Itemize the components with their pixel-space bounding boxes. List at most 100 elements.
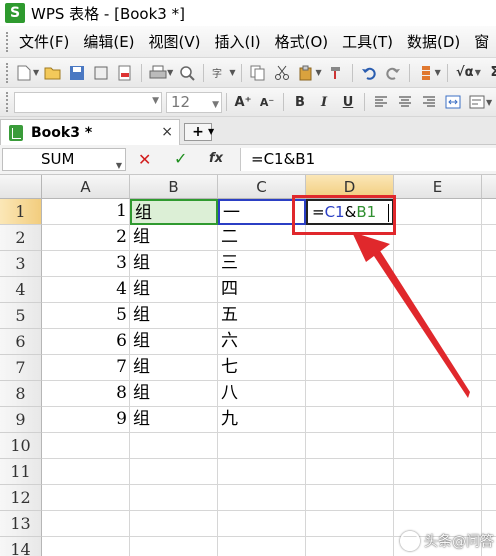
cell[interactable]: 组 — [130, 355, 218, 381]
bold-button[interactable]: B — [290, 92, 310, 112]
cell[interactable]: 组 — [130, 277, 218, 303]
cell[interactable] — [306, 407, 394, 433]
cell[interactable] — [482, 199, 496, 225]
menu-edit[interactable]: 编辑(E) — [76, 31, 141, 52]
increase-font-icon[interactable]: A⁺ — [233, 92, 253, 112]
tab-book3[interactable]: Book3 * × — [0, 119, 180, 145]
paste-icon[interactable] — [296, 63, 316, 83]
font-name-select[interactable]: ▼ — [14, 91, 162, 113]
row-header[interactable]: 1 — [0, 199, 42, 225]
row-header[interactable]: 12 — [0, 485, 42, 511]
font-name-dropdown-icon[interactable]: ▼ — [152, 96, 159, 106]
decrease-font-icon[interactable]: A⁻ — [257, 92, 277, 112]
close-tab-icon[interactable]: × — [161, 124, 173, 140]
cell[interactable] — [130, 459, 218, 485]
cell[interactable] — [394, 381, 482, 407]
cell[interactable]: 八 — [218, 381, 306, 407]
autosum-icon[interactable]: Σ — [485, 63, 496, 83]
font-size-dropdown-icon[interactable]: ▼ — [212, 96, 219, 115]
menu-tools[interactable]: 工具(T) — [335, 31, 400, 52]
magnifier-preview-icon[interactable] — [177, 63, 197, 83]
cell[interactable] — [482, 433, 496, 459]
row-column-dropdown-icon[interactable]: ▼ — [435, 68, 441, 77]
column-header-b[interactable]: B — [130, 175, 218, 199]
align-center-icon[interactable] — [395, 92, 415, 112]
align-left-icon[interactable] — [371, 92, 391, 112]
select-all-corner[interactable] — [0, 175, 42, 199]
underline-button[interactable]: U — [338, 92, 358, 112]
cell[interactable] — [306, 511, 394, 537]
paste-dropdown-icon[interactable]: ▼ — [315, 68, 321, 77]
cell[interactable]: 组 — [130, 329, 218, 355]
name-box[interactable]: SUM ▼ — [2, 148, 126, 171]
cell[interactable] — [218, 433, 306, 459]
cell[interactable]: 9 — [42, 407, 130, 433]
cell[interactable] — [306, 485, 394, 511]
cell[interactable]: 三 — [218, 251, 306, 277]
print-dropdown-icon[interactable]: ▼ — [167, 68, 173, 77]
cell[interactable] — [482, 485, 496, 511]
menu-file[interactable]: 文件(F) — [12, 31, 76, 52]
cell[interactable] — [394, 199, 482, 225]
cell[interactable] — [394, 407, 482, 433]
insert-formula-icon[interactable]: √α — [454, 63, 476, 83]
cell[interactable]: 四 — [218, 277, 306, 303]
cell[interactable]: 6 — [42, 329, 130, 355]
cell[interactable] — [482, 277, 496, 303]
cell[interactable]: 组 — [130, 225, 218, 251]
new-document-icon[interactable] — [14, 63, 34, 83]
menu-insert[interactable]: 插入(I) — [208, 31, 268, 52]
column-header-f[interactable] — [482, 175, 496, 199]
worksheet-grid[interactable]: A B C D E 1 2 3 4 5 6 7 8 9 10 11 12 13 … — [0, 175, 496, 556]
toolbar-grip[interactable] — [6, 92, 8, 112]
cell[interactable] — [306, 277, 394, 303]
cell[interactable] — [306, 251, 394, 277]
menubar-grip[interactable] — [6, 31, 8, 52]
cell[interactable] — [218, 459, 306, 485]
save-icon[interactable] — [67, 63, 87, 83]
menu-data[interactable]: 数据(D) — [400, 31, 467, 52]
cell[interactable] — [306, 355, 394, 381]
copy-icon[interactable] — [248, 63, 268, 83]
row-header[interactable]: 2 — [0, 225, 42, 251]
confirm-edit-button[interactable]: ✓ — [174, 149, 187, 168]
row-header[interactable]: 9 — [0, 407, 42, 433]
cell[interactable]: 4 — [42, 277, 130, 303]
cell[interactable] — [394, 251, 482, 277]
cell[interactable] — [482, 251, 496, 277]
column-header-e[interactable]: E — [394, 175, 482, 199]
cell[interactable] — [130, 433, 218, 459]
cell[interactable] — [218, 485, 306, 511]
cell[interactable]: 组 — [130, 407, 218, 433]
italic-button[interactable]: I — [314, 92, 334, 112]
cut-icon[interactable] — [272, 63, 292, 83]
cell[interactable]: 五 — [218, 303, 306, 329]
menu-window[interactable]: 窗 — [467, 31, 496, 52]
cell[interactable] — [482, 407, 496, 433]
cell[interactable] — [482, 303, 496, 329]
print-preview-icon[interactable] — [91, 63, 111, 83]
spell-dropdown-icon[interactable]: ▼ — [229, 68, 235, 77]
cell[interactable] — [394, 355, 482, 381]
cell[interactable]: 九 — [218, 407, 306, 433]
row-column-icon[interactable] — [416, 63, 436, 83]
cell[interactable]: 7 — [42, 355, 130, 381]
row-header[interactable]: 8 — [0, 381, 42, 407]
cell[interactable]: 组 — [130, 251, 218, 277]
menu-format[interactable]: 格式(O) — [268, 31, 336, 52]
export-pdf-icon[interactable] — [115, 63, 135, 83]
cell[interactable] — [306, 537, 394, 556]
cancel-edit-button[interactable]: ✕ — [138, 150, 151, 169]
redo-icon[interactable] — [383, 63, 403, 83]
new-tab-dropdown-icon[interactable]: ▼ — [208, 127, 214, 136]
wrap-dropdown-icon[interactable]: ▼ — [486, 98, 492, 107]
row-header[interactable]: 11 — [0, 459, 42, 485]
cell[interactable] — [394, 329, 482, 355]
spell-check-icon[interactable]: 字 — [210, 63, 230, 83]
cell[interactable]: 8 — [42, 381, 130, 407]
cell[interactable] — [482, 459, 496, 485]
cell[interactable] — [394, 485, 482, 511]
cell[interactable] — [394, 433, 482, 459]
cell[interactable] — [482, 329, 496, 355]
row-header[interactable]: 3 — [0, 251, 42, 277]
